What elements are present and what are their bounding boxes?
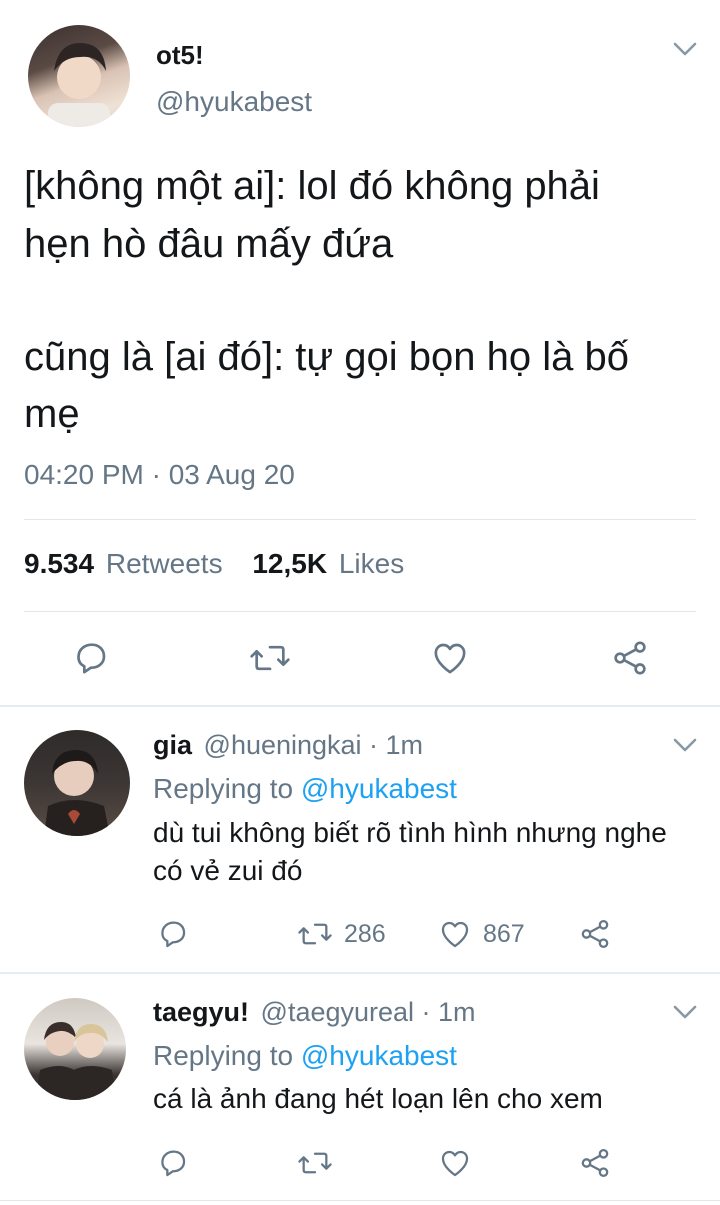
avatar-ot5[interactable] — [28, 25, 130, 127]
reply-text-line: dù tui không biết rõ tình hình nhưng ngh… — [153, 817, 667, 848]
tweet-text-line: mẹ — [24, 392, 80, 436]
reply-icon — [77, 643, 106, 674]
chevron-down-icon[interactable] — [672, 736, 698, 759]
like-button[interactable] — [430, 638, 470, 678]
like-button[interactable]: 867 — [437, 917, 525, 951]
tweet-timestamp[interactable]: 04:20 PM · 03 Aug 20 — [24, 459, 295, 491]
replying-to: Replying to @hyukabest — [153, 773, 457, 805]
divider — [24, 611, 696, 612]
retweet-icon — [298, 923, 332, 945]
reply-meta[interactable]: @hueningkai · 1m — [204, 730, 424, 760]
reply-button[interactable] — [156, 1146, 190, 1180]
like-label[interactable]: Likes — [339, 548, 404, 579]
reply-text-line: có vẻ zui đó — [153, 855, 303, 886]
replying-to: Replying to @hyukabest — [153, 1040, 457, 1072]
divider — [0, 1200, 720, 1201]
tweet-text-line: [không một ai]: lol đó không phải — [24, 164, 600, 208]
divider — [0, 972, 720, 974]
share-button[interactable] — [578, 1146, 612, 1180]
display-name[interactable]: ot5! — [156, 40, 204, 71]
like-count[interactable]: 12,5K — [252, 548, 327, 579]
share-icon — [581, 1148, 609, 1178]
like-icon — [434, 643, 466, 674]
reply-button[interactable] — [156, 917, 190, 951]
tweet-text-line: hẹn hò đâu mấy đứa — [24, 222, 394, 266]
retweet-button[interactable]: 286 — [296, 917, 386, 951]
tweet-text-line: cũng là [ai đó]: tự gọi bọn họ là bố — [24, 335, 629, 379]
reply-display-name[interactable]: taegyu! — [153, 997, 249, 1027]
share-button[interactable] — [578, 917, 612, 951]
retweet-button[interactable] — [296, 1146, 334, 1180]
retweet-label[interactable]: Retweets — [106, 548, 223, 579]
user-handle[interactable]: @hyukabest — [156, 86, 312, 118]
reply-icon — [161, 1150, 186, 1177]
reply-icon — [161, 921, 186, 948]
divider — [0, 705, 720, 707]
engagement-stats: 9.534 Retweets 12,5K Likes — [24, 548, 404, 580]
like-icon — [441, 921, 469, 948]
replying-to-link[interactable]: @hyukabest — [301, 1040, 457, 1071]
share-icon — [581, 919, 609, 949]
reply-header: gia @hueningkai · 1m — [153, 730, 423, 761]
reply-text-line: cá là ảnh đang hét loạn lên cho xem — [153, 1083, 603, 1114]
avatar-gia[interactable] — [24, 730, 130, 836]
like-button[interactable] — [437, 1146, 473, 1180]
reply-display-name[interactable]: gia — [153, 730, 192, 760]
share-button[interactable] — [610, 638, 650, 678]
share-icon — [614, 641, 646, 675]
reply-header: taegyu! @taegyureal · 1m — [153, 997, 476, 1028]
chevron-down-icon[interactable] — [672, 40, 698, 63]
like-icon — [441, 1150, 469, 1177]
chevron-down-icon[interactable] — [672, 1003, 698, 1026]
replying-to-link[interactable]: @hyukabest — [301, 773, 457, 804]
like-count: 867 — [483, 919, 525, 948]
divider — [24, 519, 696, 520]
reply-meta[interactable]: @taegyureal · 1m — [261, 997, 476, 1027]
reply-button[interactable] — [71, 638, 111, 678]
retweet-button[interactable] — [248, 638, 292, 678]
retweet-count[interactable]: 9.534 — [24, 548, 94, 579]
avatar-taegyu[interactable] — [24, 998, 126, 1100]
replying-to-label: Replying to — [153, 1040, 294, 1071]
replying-to-label: Replying to — [153, 773, 294, 804]
retweet-count: 286 — [344, 919, 386, 948]
retweet-icon — [298, 1152, 332, 1174]
retweet-icon — [250, 645, 290, 671]
